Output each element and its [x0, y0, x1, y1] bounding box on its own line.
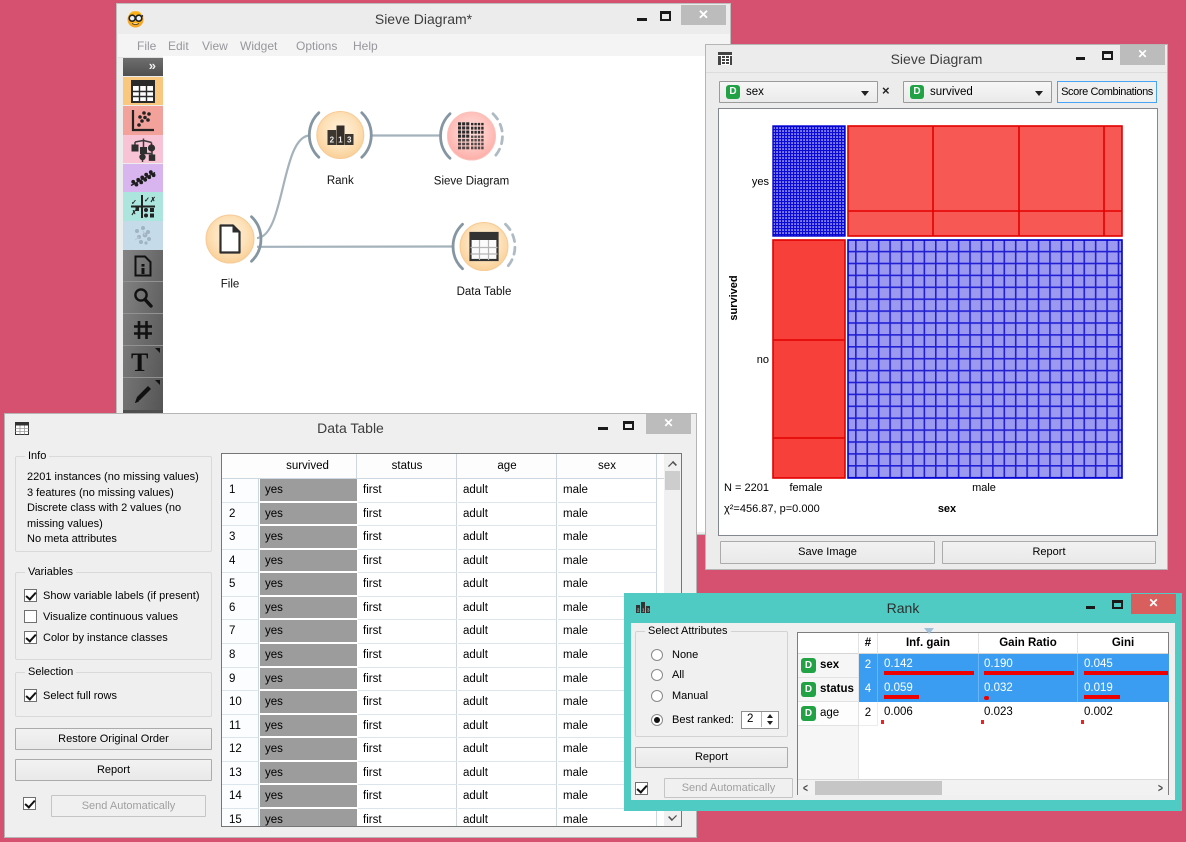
svg-text:female: female	[789, 482, 822, 494]
svg-text:✓: ✓	[131, 200, 137, 207]
svg-text:N = 2201: N = 2201	[724, 482, 769, 494]
svg-text:no: no	[757, 354, 769, 366]
svg-text:survived: survived	[728, 275, 740, 320]
svg-text:Rank: Rank	[327, 175, 354, 187]
svg-text:File: File	[221, 279, 240, 291]
svg-text:1: 1	[338, 136, 343, 145]
svg-text:Data Table: Data Table	[457, 286, 512, 298]
svg-text:χ²=456.87, p=0.000: χ²=456.87, p=0.000	[724, 503, 820, 515]
svg-text:3: 3	[347, 136, 352, 145]
svg-text:sex: sex	[938, 503, 957, 515]
svg-text:2: 2	[330, 136, 335, 145]
svg-text:male: male	[972, 482, 996, 494]
svg-text:✓: ✓	[144, 197, 150, 204]
svg-text:Sieve Diagram: Sieve Diagram	[434, 176, 509, 188]
svg-text:yes: yes	[752, 176, 770, 188]
svg-text:✗: ✗	[150, 196, 155, 204]
